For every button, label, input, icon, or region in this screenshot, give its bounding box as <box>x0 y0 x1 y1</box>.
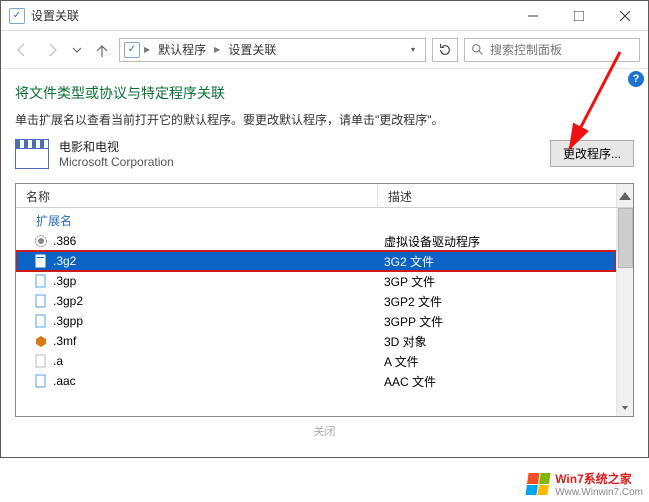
scroll-up-button[interactable] <box>616 184 633 207</box>
address-dropdown-icon[interactable]: ▾ <box>405 45 421 54</box>
table-row[interactable]: .3g2 3G2 文件 <box>16 251 616 271</box>
gear-icon <box>34 234 48 248</box>
list-header: 名称 描述 <box>16 184 633 208</box>
content-area: ? 将文件类型或协议与特定程序关联 单击扩展名以查看当前打开它的默认程序。要更改… <box>1 69 648 457</box>
chevron-right-icon: ▶ <box>214 45 220 54</box>
rows-container: 扩展名 .386 虚拟设备驱动程序 .3g2 3G2 文件 .3gp 3GP 文… <box>16 208 616 416</box>
page-heading: 将文件类型或协议与特定程序关联 <box>15 83 634 103</box>
page-subtext: 单击扩展名以查看当前打开它的默认程序。要更改默认程序，请单击"更改程序"。 <box>15 111 634 128</box>
table-row[interactable]: .3gpp 3GPP 文件 <box>16 311 616 331</box>
table-row[interactable]: .aac AAC 文件 <box>16 371 616 391</box>
column-name-header[interactable]: 名称 <box>16 184 378 207</box>
titlebar: ✓ 设置关联 <box>1 1 648 31</box>
watermark-brand: Win7系统之家 <box>555 470 643 487</box>
watermark-url: Www.Winwin7.Com <box>555 487 643 498</box>
app-icon: ✓ <box>9 8 25 24</box>
file-icon <box>34 374 48 388</box>
search-placeholder: 搜索控制面板 <box>490 41 562 58</box>
refresh-button[interactable] <box>432 38 458 62</box>
file-icon <box>34 294 48 308</box>
movies-tv-icon <box>15 139 49 169</box>
scroll-down-button[interactable] <box>617 399 633 416</box>
nav-forward-button[interactable] <box>39 37 65 63</box>
list-body: 扩展名 .386 虚拟设备驱动程序 .3g2 3G2 文件 .3gp 3GP 文… <box>16 208 633 416</box>
app-info: 电影和电视 Microsoft Corporation <box>59 138 174 169</box>
nav-row: ✓ ▶ 默认程序 ▶ 设置关联 ▾ 搜索控制面板 <box>1 31 648 69</box>
selected-app-row: 电影和电视 Microsoft Corporation 更改程序... <box>15 138 634 169</box>
window-controls <box>510 1 648 30</box>
table-row[interactable]: .3gp 3GP 文件 <box>16 271 616 291</box>
file-icon <box>34 254 48 268</box>
watermark: Win7系统之家 Www.Winwin7.Com <box>527 470 643 498</box>
scroll-thumb[interactable] <box>618 208 633 268</box>
change-program-button[interactable]: 更改程序... <box>550 140 634 167</box>
table-row[interactable]: .386 虚拟设备驱动程序 <box>16 231 616 251</box>
cube-icon <box>34 334 48 348</box>
file-icon <box>34 274 48 288</box>
minimize-button[interactable] <box>510 1 556 30</box>
window-title: 设置关联 <box>31 7 510 24</box>
help-icon[interactable]: ? <box>628 71 644 87</box>
table-row[interactable]: .3gp2 3GP2 文件 <box>16 291 616 311</box>
search-icon <box>471 43 484 56</box>
file-icon <box>34 314 48 328</box>
close-button[interactable] <box>602 1 648 30</box>
address-wrap: ✓ ▶ 默认程序 ▶ 设置关联 ▾ 搜索控制面板 <box>119 38 640 62</box>
breadcrumb-item[interactable]: 默认程序 <box>154 41 210 58</box>
breadcrumb-item[interactable]: 设置关联 <box>224 41 280 58</box>
group-header: 扩展名 <box>16 208 616 231</box>
file-icon <box>34 354 48 368</box>
file-type-list: 名称 描述 扩展名 .386 虚拟设备驱动程序 .3g2 3G2 文件 <box>15 183 634 417</box>
nav-up-button[interactable] <box>89 37 115 63</box>
settings-window: ✓ 设置关联 ✓ ▶ 默认程序 ▶ 设置关联 ▾ <box>0 0 649 458</box>
nav-back-button[interactable] <box>9 37 35 63</box>
app-name: 电影和电视 <box>59 138 174 155</box>
column-desc-header[interactable]: 描述 <box>378 184 616 207</box>
address-bar[interactable]: ✓ ▶ 默认程序 ▶ 设置关联 ▾ <box>119 38 426 62</box>
close-label: 关闭 <box>314 423 336 439</box>
windows-logo-icon <box>526 473 551 495</box>
chevron-right-icon: ▶ <box>144 45 150 54</box>
nav-history-dropdown[interactable] <box>69 37 85 63</box>
table-row[interactable]: .a A 文件 <box>16 351 616 371</box>
table-row[interactable]: .3mf 3D 对象 <box>16 331 616 351</box>
maximize-button[interactable] <box>556 1 602 30</box>
footer-bar: 关闭 <box>15 417 634 449</box>
search-input[interactable]: 搜索控制面板 <box>464 38 640 62</box>
address-icon: ✓ <box>124 42 140 58</box>
vertical-scrollbar[interactable] <box>616 208 633 416</box>
app-vendor: Microsoft Corporation <box>59 155 174 169</box>
